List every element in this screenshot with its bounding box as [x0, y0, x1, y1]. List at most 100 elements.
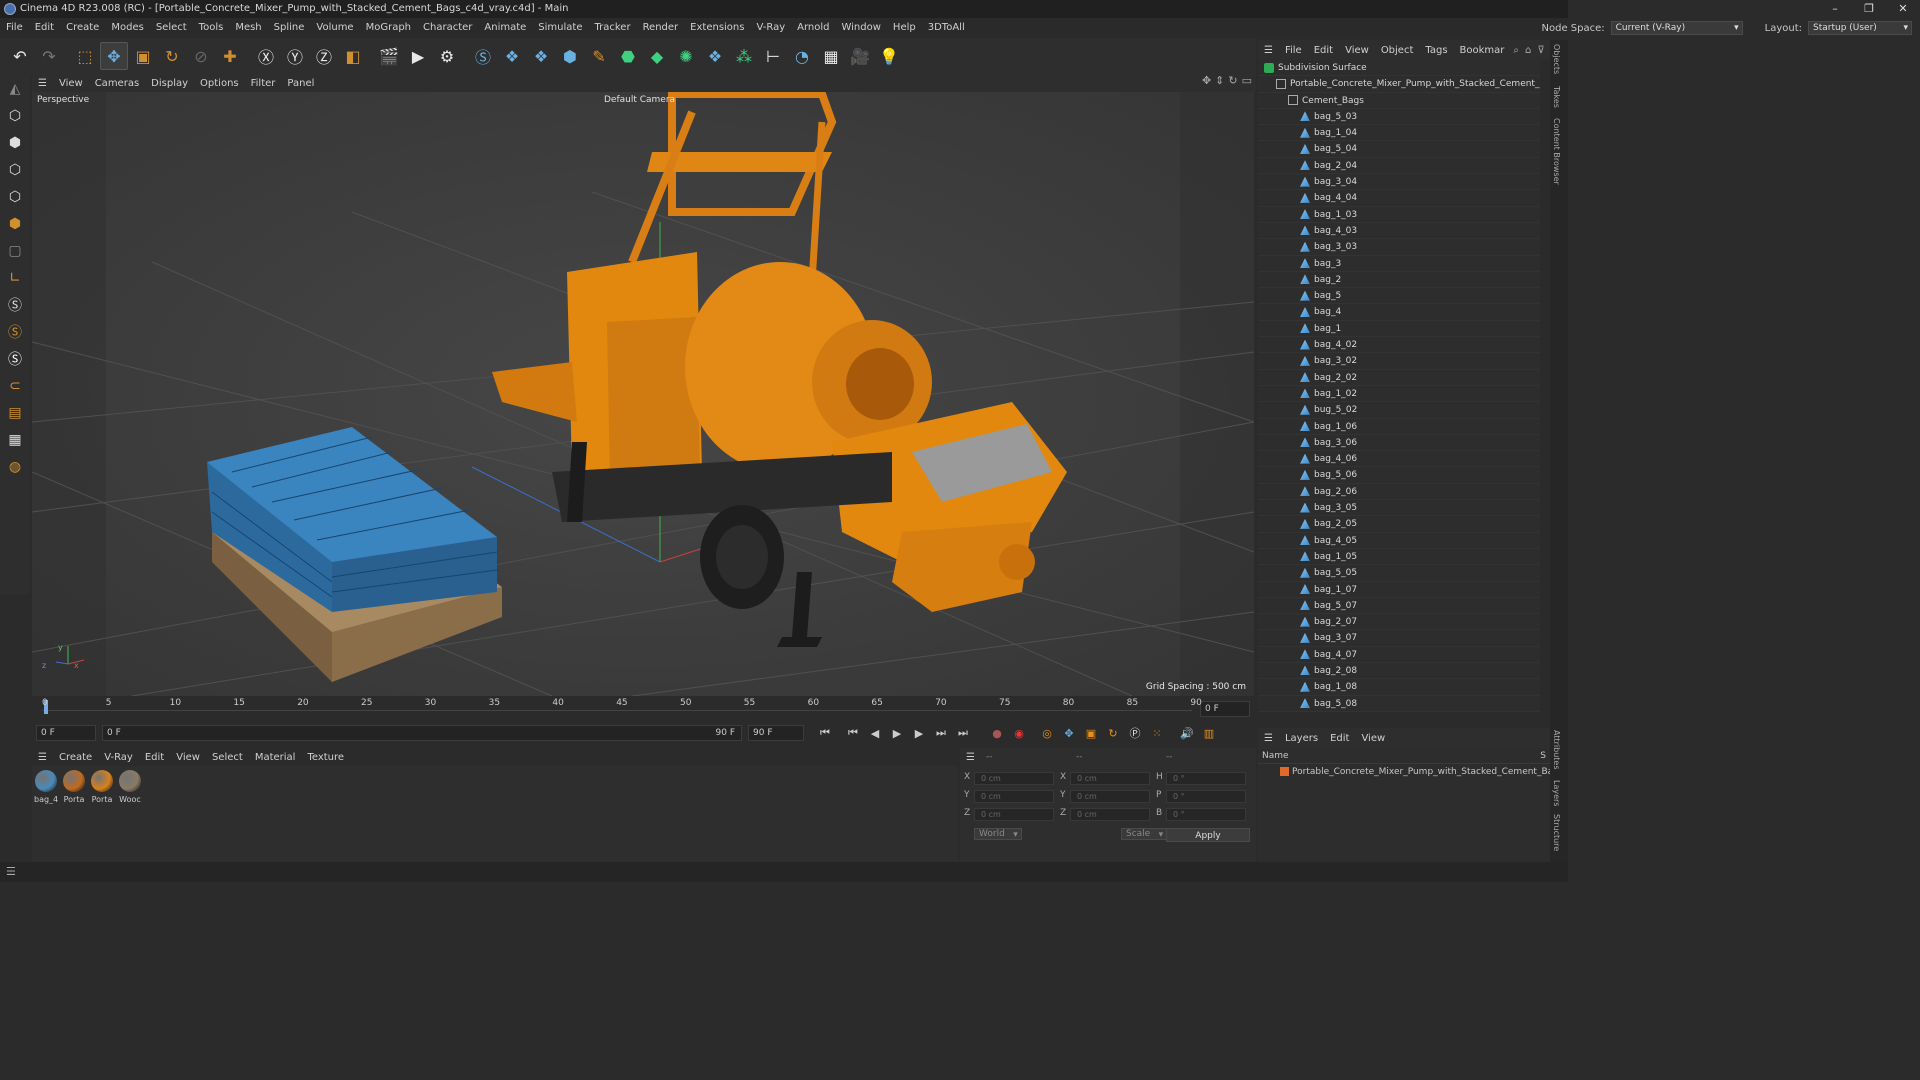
viewport-menu-filter[interactable]: Filter	[245, 78, 282, 89]
material-item[interactable]: bag_4	[34, 770, 58, 804]
object-menu-view[interactable]: View	[1339, 45, 1375, 56]
mograph-icon[interactable]: ⁂	[730, 42, 758, 70]
side-tab-takes[interactable]: Takes	[1552, 86, 1561, 108]
axis-mode-icon[interactable]: ∟	[3, 266, 27, 290]
play-icon[interactable]: ▶	[886, 724, 908, 742]
current-frame-field[interactable]: 0 F	[1200, 701, 1250, 717]
coordinate-mode-select[interactable]: World	[974, 828, 1022, 840]
material-menu-material[interactable]: Material	[249, 752, 302, 763]
object-tree-row[interactable]: bag_2	[1258, 272, 1540, 289]
search-icon[interactable]: ⌕	[1510, 45, 1522, 56]
camera-icon[interactable]: 🎥	[846, 42, 874, 70]
y-axis-icon[interactable]: Ⓨ	[281, 42, 309, 70]
menu-simulate[interactable]: Simulate	[532, 18, 588, 38]
material-item[interactable]: Porta	[62, 770, 86, 804]
viewport-menu-panel[interactable]: Panel	[281, 78, 320, 89]
layer-menu-layers[interactable]: Layers	[1279, 733, 1324, 744]
side-tab-objects[interactable]: Objects	[1552, 44, 1561, 74]
menu-character[interactable]: Character	[417, 18, 478, 38]
timeline-ruler[interactable]: 0 F 0 5 10 15 20 25 30 35 40 45 50 55 60 65 70 75 80 85 90	[32, 696, 1254, 720]
position-key-icon[interactable]: ✥	[1058, 724, 1080, 742]
object-tree-row[interactable]: bag_2_07	[1258, 614, 1540, 631]
workplane-icon[interactable]: ▤	[3, 401, 27, 425]
close-button[interactable]: ✕	[1886, 0, 1920, 18]
object-tree-row[interactable]: bag_2_02	[1258, 370, 1540, 386]
viewport-menu-options[interactable]: Options	[194, 78, 245, 89]
layout-select[interactable]: Startup (User)	[1808, 21, 1912, 35]
generator-icon[interactable]: ◆	[643, 42, 671, 70]
rotate-tool-icon[interactable]: ↻	[158, 42, 186, 70]
material-menu-toggle-icon[interactable]: ☰	[32, 752, 53, 763]
size-mode-select[interactable]: Scale	[1120, 828, 1168, 840]
material-menu-create[interactable]: Create	[53, 752, 98, 763]
object-tree-row[interactable]: bag_5_08	[1258, 696, 1540, 712]
frame-range-slider[interactable]: 0 F 90 F	[102, 725, 742, 741]
menu-modes[interactable]: Modes	[105, 18, 149, 38]
object-tree-row[interactable]: bag_4_03	[1258, 223, 1540, 240]
texture-mode-icon[interactable]: ⬢	[3, 131, 27, 155]
object-tree-row[interactable]: bag_5_04	[1258, 141, 1540, 158]
autokey-icon[interactable]: ◉	[1008, 724, 1030, 742]
snap-icon[interactable]: Ⓢ	[3, 293, 27, 317]
coordinate-value-field[interactable]: 0 cm	[974, 808, 1054, 821]
floor-icon[interactable]: ▦	[817, 42, 845, 70]
undo-icon[interactable]: ↶	[6, 42, 34, 70]
viewport-menu-display[interactable]: Display	[145, 78, 194, 89]
pan-icon[interactable]: ✥	[1202, 74, 1211, 87]
layer-menu-toggle-icon[interactable]: ☰	[1258, 733, 1279, 744]
next-key-icon[interactable]: ⏭	[930, 724, 952, 742]
coordinate-value-field[interactable]: 0 cm	[1070, 790, 1150, 803]
menu-edit[interactable]: Edit	[29, 18, 60, 38]
layer-menu-edit[interactable]: Edit	[1324, 733, 1355, 744]
object-tree-row[interactable]: bag_5_07	[1258, 598, 1540, 615]
last-tool-icon[interactable]: ⊘	[187, 42, 215, 70]
menu-extensions[interactable]: Extensions	[684, 18, 750, 38]
side-tab-attributes[interactable]: Attributes	[1552, 730, 1561, 770]
minimize-button[interactable]: –	[1818, 0, 1852, 18]
move-tool-icon[interactable]: ✥	[100, 42, 128, 70]
menu-mograph[interactable]: MoGraph	[360, 18, 417, 38]
add-tool-icon[interactable]: ✚	[216, 42, 244, 70]
object-tree-row[interactable]: bag_3	[1258, 256, 1540, 272]
orbit-icon[interactable]: ↻	[1228, 74, 1237, 87]
object-tree-row[interactable]: bug_5_02	[1258, 402, 1540, 419]
object-tree-row[interactable]: bag_1_07	[1258, 582, 1540, 598]
object-menu-tags[interactable]: Tags	[1419, 45, 1453, 56]
material-item[interactable]: Porta	[90, 770, 114, 804]
side-tab-structure[interactable]: Structure	[1552, 814, 1561, 851]
coordinate-value-field[interactable]: 0 °	[1166, 772, 1246, 785]
polygons-mode-icon[interactable]: ⬢	[3, 212, 27, 236]
light-icon[interactable]: 💡	[875, 42, 903, 70]
menu-spline[interactable]: Spline	[268, 18, 311, 38]
camera-label[interactable]: Default Camera	[604, 95, 675, 105]
menu-create[interactable]: Create	[60, 18, 105, 38]
cloner-icon[interactable]: ✺	[672, 42, 700, 70]
side-tab-content-browser[interactable]: Content Browser	[1552, 118, 1561, 185]
object-tree-row[interactable]: bag_5_06	[1258, 467, 1540, 484]
snap-3-icon[interactable]: Ⓢ	[3, 347, 27, 371]
record-icon[interactable]: ●	[986, 724, 1008, 742]
menu-tools[interactable]: Tools	[193, 18, 230, 38]
object-tree-row[interactable]: bag_3_04	[1258, 174, 1540, 191]
menu-v-ray[interactable]: V-Ray	[750, 18, 791, 38]
next-frame-icon[interactable]: ▶	[908, 724, 930, 742]
python-2-icon[interactable]: ❖	[527, 42, 555, 70]
maximize-button[interactable]: ❐	[1852, 0, 1886, 18]
perspective-viewport[interactable]: Perspective Default Camera Grid Spacing …	[32, 92, 1254, 696]
render-view-icon[interactable]: 🎬	[375, 42, 403, 70]
apply-button[interactable]: Apply	[1166, 828, 1250, 842]
status-menu-icon[interactable]: ☰	[6, 865, 16, 878]
material-menu-vray[interactable]: V-Ray	[98, 752, 139, 763]
object-menu-file[interactable]: File	[1279, 45, 1308, 56]
uv-mode-icon[interactable]: ▢	[3, 239, 27, 263]
coordinate-value-field[interactable]: 0 cm	[974, 790, 1054, 803]
material-item[interactable]: Wooc	[118, 770, 142, 804]
object-tree-row[interactable]: bag_1_06	[1258, 419, 1540, 435]
coordinate-value-field[interactable]: 0 cm	[1070, 772, 1150, 785]
object-tree-row[interactable]: bag_1_04	[1258, 125, 1540, 142]
vray-icon[interactable]: Ⓢ	[469, 42, 497, 70]
points-mode-icon[interactable]: ⬡	[3, 158, 27, 182]
keyframe-selection-icon[interactable]: ◎	[1036, 724, 1058, 742]
menu-mesh[interactable]: Mesh	[229, 18, 267, 38]
material-menu-texture[interactable]: Texture	[301, 752, 350, 763]
